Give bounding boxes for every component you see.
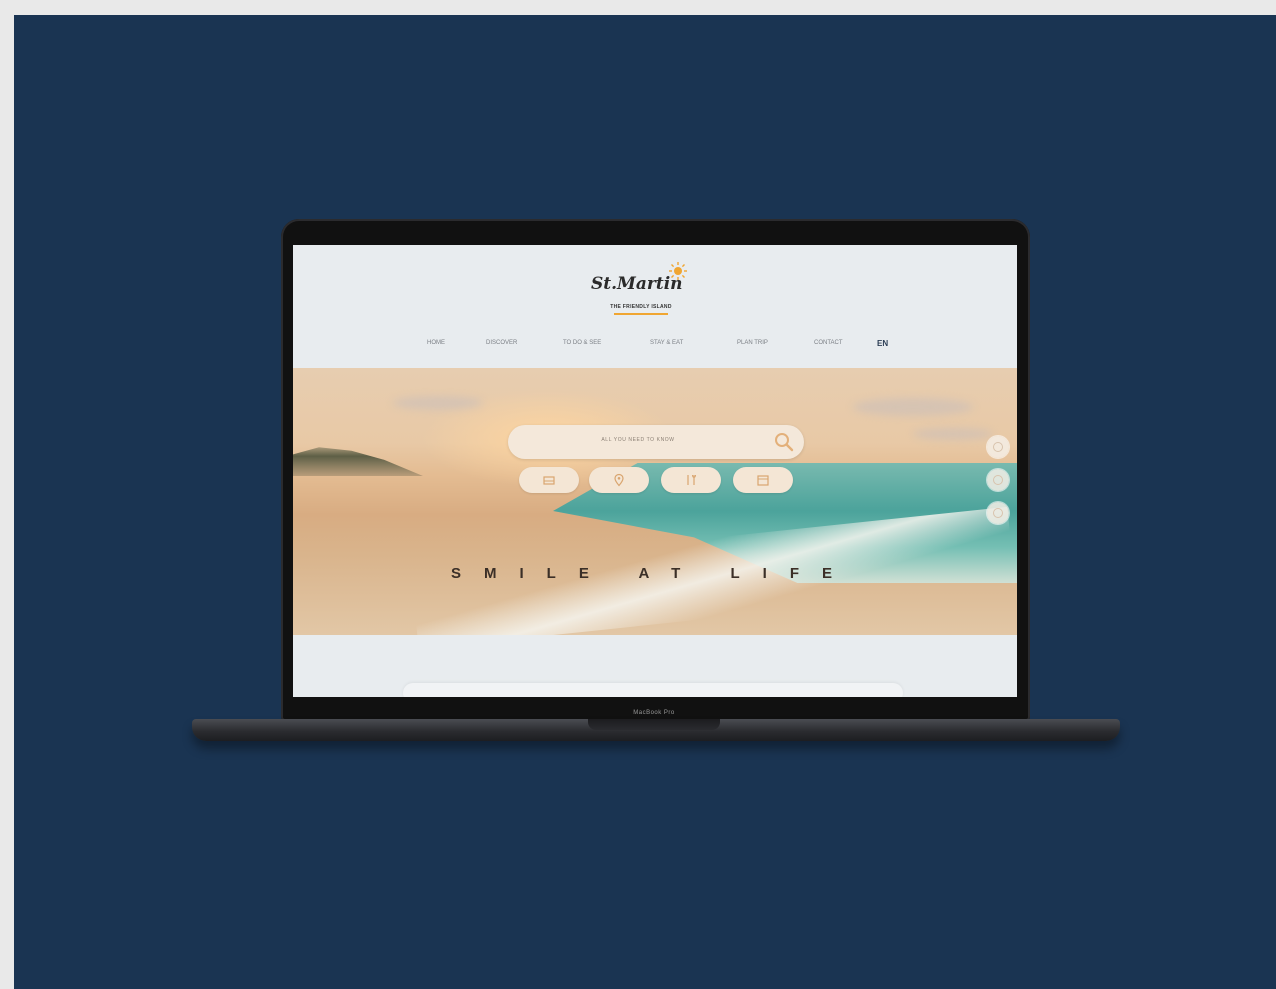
- nav-item-plan-trip[interactable]: PLAN TRIP: [737, 340, 768, 346]
- quick-link-hotels-button[interactable]: [519, 467, 579, 493]
- heart-icon: [993, 475, 1003, 485]
- site-header: St.Martin THE FRIENDLY ISLAND HOME DISCO…: [293, 245, 1017, 368]
- cloud-shape: [853, 398, 973, 416]
- laptop-screen: St.Martin THE FRIENDLY ISLAND HOME DISCO…: [293, 245, 1017, 697]
- nav-item-to-do-see[interactable]: TO DO & SEE: [563, 340, 601, 346]
- quick-link-events-button[interactable]: [733, 467, 793, 493]
- nav-item-contact[interactable]: CONTACT: [814, 340, 843, 346]
- main-navigation: HOME DISCOVER TO DO & SEE STAY & EAT PLA…: [293, 339, 1017, 354]
- share-button[interactable]: [987, 436, 1009, 458]
- cloud-shape: [913, 428, 993, 440]
- search-icon[interactable]: [772, 430, 796, 454]
- site-logo[interactable]: St.Martin THE FRIENDLY ISLAND: [589, 262, 699, 322]
- laptop-model-label: MacBook Pro: [633, 710, 675, 716]
- hero-banner: ALL YOU NEED TO KNOW SMILE AT LIFE: [293, 368, 1017, 635]
- quick-link-dining-button[interactable]: [661, 467, 721, 493]
- nav-item-stay-eat[interactable]: STAY & EAT: [650, 340, 683, 346]
- nav-item-discover[interactable]: DISCOVER: [486, 340, 517, 346]
- favorite-button[interactable]: [987, 469, 1009, 491]
- content-section: [293, 635, 1017, 697]
- location-icon: [614, 473, 624, 487]
- share-icon: [993, 442, 1003, 452]
- island-silhouette: [293, 447, 423, 476]
- nav-item-home[interactable]: HOME: [427, 340, 445, 346]
- cloud-shape: [393, 396, 483, 410]
- dining-icon: [687, 474, 696, 485]
- laptop-notch: [588, 719, 720, 730]
- hotel-icon: [543, 476, 555, 485]
- quick-link-places-button[interactable]: [589, 467, 649, 493]
- hero-tagline: SMILE AT LIFE: [451, 565, 855, 582]
- language-selector[interactable]: EN: [877, 339, 888, 348]
- search-bar[interactable]: ALL YOU NEED TO KNOW: [508, 425, 804, 459]
- sun-icon: [669, 262, 687, 280]
- search-placeholder: ALL YOU NEED TO KNOW: [601, 437, 675, 443]
- calendar-icon: [757, 475, 769, 486]
- logo-tagline: THE FRIENDLY ISLAND: [610, 304, 672, 310]
- info-icon: [993, 508, 1003, 518]
- logo-underline: [614, 313, 668, 315]
- content-card: [403, 683, 903, 697]
- info-button[interactable]: [987, 502, 1009, 524]
